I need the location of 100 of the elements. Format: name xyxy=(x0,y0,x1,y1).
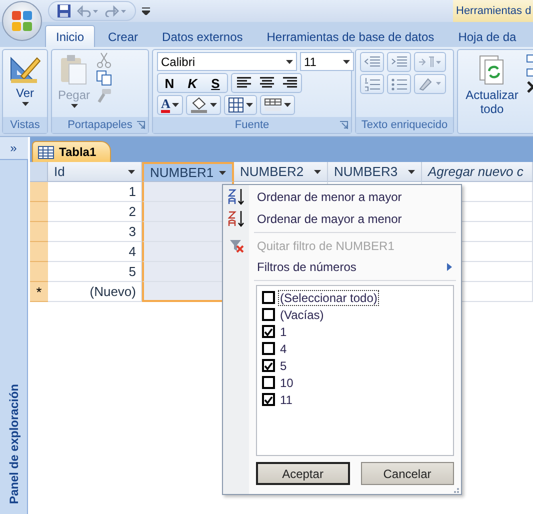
checkbox[interactable] xyxy=(262,376,275,390)
decrease-indent-button[interactable] xyxy=(360,52,384,72)
checkbox[interactable] xyxy=(262,308,275,322)
ruler-pencil-icon xyxy=(9,54,41,84)
navigation-pane-title: Panel de exploración xyxy=(6,384,20,504)
dialog-launcher-icon[interactable] xyxy=(340,121,348,129)
value-label[interactable]: 1 xyxy=(279,324,288,339)
copy-icon[interactable] xyxy=(96,70,112,86)
indent-icon xyxy=(391,56,407,68)
checkbox[interactable] xyxy=(262,359,275,372)
menu-item[interactable]: Filtros de números xyxy=(224,256,460,278)
underline-button[interactable]: S xyxy=(204,74,227,92)
add-column-header[interactable]: Agregar nuevo c xyxy=(422,162,533,182)
menu-item[interactable]: Ordenar de menor a mayor xyxy=(224,186,460,208)
contextual-tab-header: Herramientas d xyxy=(453,0,533,22)
document-tab[interactable]: Tabla1 xyxy=(32,141,112,162)
caret-icon xyxy=(22,102,28,106)
grid-icon xyxy=(228,97,244,113)
numbered-list-icon xyxy=(364,78,380,90)
indent-icon xyxy=(364,56,380,68)
scissors-icon[interactable] xyxy=(96,52,112,68)
ribbon-tab[interactable]: Datos externos xyxy=(151,25,254,47)
ribbon-tab[interactable]: Herramientas de base de datos xyxy=(256,25,446,47)
cancel-button[interactable]: Cancelar xyxy=(360,462,454,486)
checkbox[interactable] xyxy=(262,291,275,304)
check-icon xyxy=(264,328,273,336)
caret-icon xyxy=(210,103,218,107)
caret-icon xyxy=(284,103,292,107)
table-cell: 1 xyxy=(48,182,142,202)
bulleted-list-button[interactable] xyxy=(387,74,411,94)
undo-icon[interactable] xyxy=(77,5,99,17)
ok-button[interactable]: Aceptar xyxy=(256,462,350,486)
customize-caret-icon[interactable] xyxy=(142,7,150,15)
font-name-field[interactable]: Calibri xyxy=(157,52,297,71)
align-left-icon xyxy=(236,77,250,89)
value-label[interactable]: 11 xyxy=(279,392,294,407)
table-cell: 5 xyxy=(48,262,142,282)
table-cell: 2 xyxy=(48,202,142,222)
column-header[interactable]: NUMBER1 xyxy=(142,162,234,182)
pilcrow-arrow-icon xyxy=(418,56,442,68)
column-header[interactable]: NUMBER2 xyxy=(234,162,328,182)
paint-bucket-icon xyxy=(190,97,208,113)
fill-color-button[interactable] xyxy=(186,95,222,115)
column-header[interactable]: Id xyxy=(48,162,142,182)
table-cell: (Nuevo) xyxy=(48,282,142,302)
caret-icon xyxy=(408,170,415,174)
refresh-documents-icon xyxy=(478,54,506,86)
ribbon-tab[interactable]: Crear xyxy=(97,25,150,47)
checkbox[interactable] xyxy=(262,393,275,406)
checkbox[interactable] xyxy=(262,325,275,338)
caret-icon xyxy=(128,170,135,174)
office-logo-icon xyxy=(10,9,34,33)
marker-icon xyxy=(418,77,442,91)
check-icon xyxy=(264,362,273,370)
group-label: Vistas xyxy=(10,119,40,131)
bold-button[interactable]: N xyxy=(158,74,181,92)
highlight-button[interactable] xyxy=(414,74,446,94)
font-color-button[interactable]: A xyxy=(157,95,184,115)
check-icon xyxy=(264,396,273,404)
value-label[interactable]: (Vacías) xyxy=(279,308,325,322)
expand-pane-button[interactable]: » xyxy=(0,137,28,160)
value-label[interactable]: 10 xyxy=(279,376,294,390)
save-icon[interactable] xyxy=(57,4,71,18)
numbered-list-button[interactable] xyxy=(360,74,384,94)
group-label: Texto enriquecido xyxy=(361,119,448,131)
dialog-launcher-icon[interactable] xyxy=(137,121,145,129)
clipboard-icon xyxy=(59,54,90,86)
new-row-marker: * xyxy=(30,282,48,302)
ribbon-tab[interactable]: Inicio xyxy=(45,25,96,47)
table-rows-icon xyxy=(264,98,282,112)
caret-icon xyxy=(286,60,293,64)
caret-icon xyxy=(246,103,254,107)
row-color-button[interactable] xyxy=(260,95,296,115)
resize-grip-icon[interactable] xyxy=(451,485,459,493)
redo-icon[interactable] xyxy=(105,5,127,17)
bulleted-list-icon xyxy=(391,78,407,90)
paragraph-direction-button[interactable] xyxy=(414,52,446,72)
caret-icon xyxy=(70,104,78,108)
ribbon-tab[interactable]: Hoja de da xyxy=(447,25,528,47)
italic-button[interactable]: K xyxy=(181,74,204,92)
group-label: Portapapeles xyxy=(68,119,132,131)
caret-icon xyxy=(219,170,226,174)
increase-indent-button[interactable] xyxy=(387,52,411,72)
caret-icon xyxy=(172,103,180,107)
table-cell: 4 xyxy=(48,242,142,262)
table-cell: 3 xyxy=(48,222,142,242)
value-label[interactable]: (Seleccionar todo) xyxy=(279,290,378,305)
font-size-field[interactable]: 11 xyxy=(300,52,354,71)
checkbox[interactable] xyxy=(262,342,275,356)
value-label[interactable]: 5 xyxy=(279,358,288,373)
column-header[interactable]: NUMBER3 xyxy=(328,162,422,182)
sort-icon xyxy=(228,188,246,206)
align-center-icon xyxy=(260,77,274,89)
caret-icon xyxy=(343,60,350,64)
view-button[interactable]: Ver xyxy=(7,52,43,108)
clear-filter-icon xyxy=(229,238,245,254)
value-label[interactable]: 4 xyxy=(279,342,288,356)
menu-item[interactable]: Ordenar de mayor a menor xyxy=(224,208,460,230)
gridlines-button[interactable] xyxy=(224,95,258,115)
submenu-arrow-icon xyxy=(447,263,452,272)
